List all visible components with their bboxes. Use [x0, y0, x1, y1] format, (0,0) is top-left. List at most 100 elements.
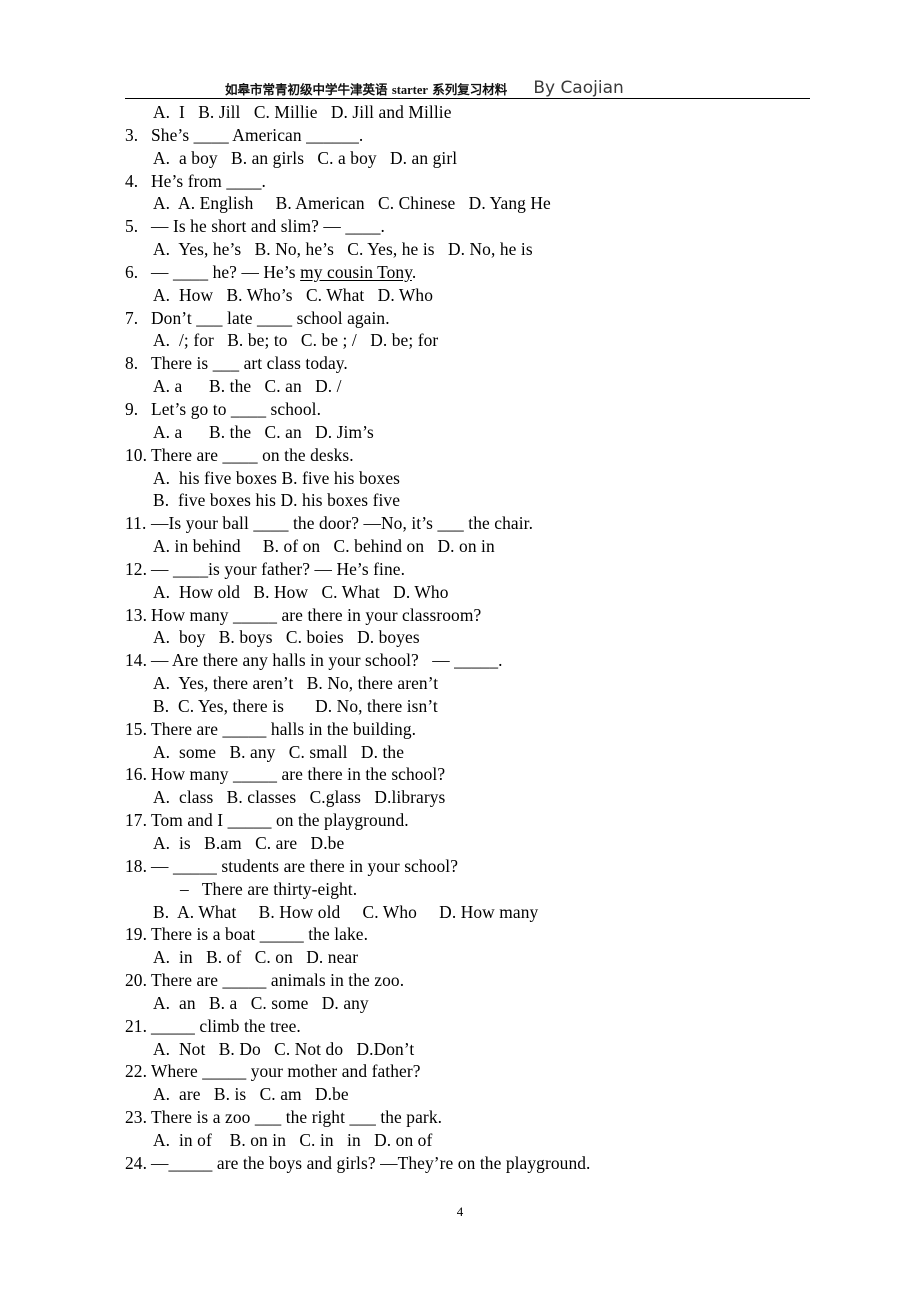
question-line: 4. He’s from ____.	[125, 170, 825, 193]
options-line: A. a boy B. an girls C. a boy D. an girl	[153, 147, 458, 168]
page-header: 如皋市常青初级中学牛津英语 starter 系列复习材料 By Caojian	[125, 68, 810, 98]
question-number: 17.	[125, 810, 148, 831]
question-number: 4.	[125, 170, 139, 191]
options-line: A. in of B. on in C. in in D. on of	[153, 1129, 433, 1150]
question-text: Let’s go to ____ school.	[151, 398, 322, 419]
question-text: — Is he short and slim? — ____.	[151, 216, 385, 237]
question-line: 22. Where _____ your mother and father?	[125, 1060, 825, 1083]
question-line: 8. There is ___ art class today.	[125, 352, 825, 375]
options-line: A. a B. the C. an D. /	[153, 376, 342, 397]
question-number: 6.	[125, 261, 139, 282]
question-text: —Is your ball ____ the door? —No, it’s _…	[151, 513, 534, 534]
options-line: B. C. Yes, there is D. No, there isn’t	[153, 695, 438, 716]
question-text: She’s ____ American ______.	[151, 124, 364, 145]
question-line: 24. —_____ are the boys and girls? —They’…	[125, 1152, 825, 1175]
options-line: A. in B. of C. on D. near	[153, 947, 359, 968]
question-line: 15. There are _____ halls in the building…	[125, 718, 825, 741]
question-text: There are ____ on the desks.	[151, 444, 354, 465]
question-line: 17. Tom and I _____ on the playground.	[125, 809, 825, 832]
options-line: A. I B. Jill C. Millie D. Jill and Milli…	[153, 102, 452, 122]
header-divider	[125, 98, 810, 99]
options-line: A. in behind B. of on C. behind on D. on…	[153, 536, 495, 557]
question-number: 14.	[125, 650, 148, 671]
question-number: 7.	[125, 307, 139, 328]
header-author: By Caojian	[533, 78, 624, 99]
question-line: 23. There is a zoo ___ the right ___ the …	[125, 1106, 825, 1129]
options-line: A. a B. the C. an D. Jim’s	[153, 421, 374, 442]
question-number: 11.	[125, 513, 147, 534]
question-text: — ____ he? — He’s my cousin Tony.	[151, 261, 417, 282]
question-text: How many _____ are there in the school?	[151, 764, 446, 785]
question-text: How many _____ are there in your classro…	[151, 604, 482, 625]
question-line: 12. — ____is your father? — He’s fine.	[125, 558, 825, 581]
question-text: —_____ are the boys and girls? —They’re …	[151, 1152, 591, 1173]
question-line: 7. Don’t ___ late ____ school again.	[125, 307, 825, 330]
question-number: 23.	[125, 1107, 148, 1128]
options-line: A. class B. classes C.glass D.librarys	[153, 787, 446, 808]
question-number: 3.	[125, 124, 139, 145]
question-line: 5. — Is he short and slim? — ____.	[125, 215, 825, 238]
question-number: 15.	[125, 718, 148, 739]
options-line: A. some B. any C. small D. the	[153, 741, 405, 762]
question-number: 20.	[125, 970, 148, 991]
page-number: 4	[456, 1204, 464, 1219]
question-line: 14. — Are there any halls in your school?…	[125, 649, 825, 672]
question-text: Don’t ___ late ____ school again.	[151, 307, 390, 328]
question-text: — ____is your father? — He’s fine.	[151, 558, 406, 579]
question-number: 19.	[125, 924, 148, 945]
question-text: There is a boat _____ the lake.	[151, 924, 369, 945]
question-line: 10. There are ____ on the desks.	[125, 444, 825, 467]
question-line: 13. How many _____ are there in your clas…	[125, 604, 825, 627]
question-line: 3. She’s ____ American ______.	[125, 124, 825, 147]
page-footer: 4	[0, 1204, 920, 1220]
question-number: 21.	[125, 1015, 148, 1036]
question-number: 22.	[125, 1061, 148, 1082]
question-line: 16. How many _____ are there in the schoo…	[125, 763, 825, 786]
question-text: Tom and I _____ on the playground.	[151, 810, 409, 831]
question-text: He’s from ____.	[151, 170, 267, 191]
question-line: 11. —Is your ball ____ the door? —No, it’…	[125, 512, 825, 535]
question-text: There is ___ art class today.	[151, 353, 348, 374]
question-number: 12.	[125, 558, 148, 579]
options-line: A. boy B. boys C. boies D. boyes	[153, 627, 420, 648]
question-number: 10.	[125, 444, 148, 465]
question-text: There is a zoo ___ the right ___ the par…	[151, 1107, 443, 1128]
question-number: 5.	[125, 216, 139, 237]
question-text: There are _____ halls in the building.	[151, 718, 417, 739]
question-line: 18. — _____ students are there in your sc…	[125, 855, 825, 878]
options-line: B. five boxes his D. his boxes five	[153, 490, 401, 511]
answer-line: – There are thirty-eight.	[180, 878, 358, 899]
question-number: 18.	[125, 855, 148, 876]
header-title: 如皋市常青初级中学牛津英语 starter 系列复习材料	[225, 82, 508, 98]
question-line: 20. There are _____ animals in the zoo.	[125, 969, 825, 992]
document-page: 如皋市常青初级中学牛津英语 starter 系列复习材料 By Caojian …	[0, 0, 920, 1302]
options-line: A. A. English B. American C. Chinese D. …	[153, 193, 551, 214]
question-number: 13.	[125, 604, 148, 625]
options-line: A. his five boxes B. five his boxes	[153, 467, 401, 488]
question-line: 21. _____ climb the tree.	[125, 1015, 825, 1038]
options-line: B. A. What B. How old C. Who D. How many	[153, 901, 539, 922]
options-line: A. How B. Who’s C. What D. Who	[153, 284, 434, 305]
question-text: — _____ students are there in your schoo…	[151, 855, 459, 876]
question-text: There are _____ animals in the zoo.	[151, 970, 405, 991]
options-line: A. Not B. Do C. Not do D.Don’t	[153, 1038, 415, 1059]
options-line: A. are B. is C. am D.be	[153, 1084, 349, 1105]
question-number: 8.	[125, 353, 139, 374]
question-text: — Are there any halls in your school? — …	[151, 650, 503, 671]
question-text: _____ climb the tree.	[151, 1015, 301, 1036]
question-number: 24.	[125, 1152, 148, 1173]
exercise-list: A. I B. Jill C. Millie D. Jill and Milli…	[125, 101, 825, 1175]
options-line: A. Yes, there aren’t B. No, there aren’t	[153, 673, 439, 694]
question-line: 19. There is a boat _____ the lake.	[125, 923, 825, 946]
options-line: A. Yes, he’s B. No, he’s C. Yes, he is D…	[153, 239, 533, 260]
underlined-phrase: my cousin Tony	[300, 261, 412, 282]
options-line: A. an B. a C. some D. any	[153, 992, 369, 1013]
question-line: 9. Let’s go to ____ school.	[125, 398, 825, 421]
question-number: 9.	[125, 398, 139, 419]
options-line: A. /; for B. be; to C. be ; / D. be; for	[153, 330, 439, 351]
options-line: A. How old B. How C. What D. Who	[153, 581, 449, 602]
question-line: 6. — ____ he? — He’s my cousin Tony.	[125, 261, 825, 284]
question-number: 16.	[125, 764, 148, 785]
question-text: Where _____ your mother and father?	[151, 1061, 421, 1082]
options-line: A. is B.am C. are D.be	[153, 833, 345, 853]
